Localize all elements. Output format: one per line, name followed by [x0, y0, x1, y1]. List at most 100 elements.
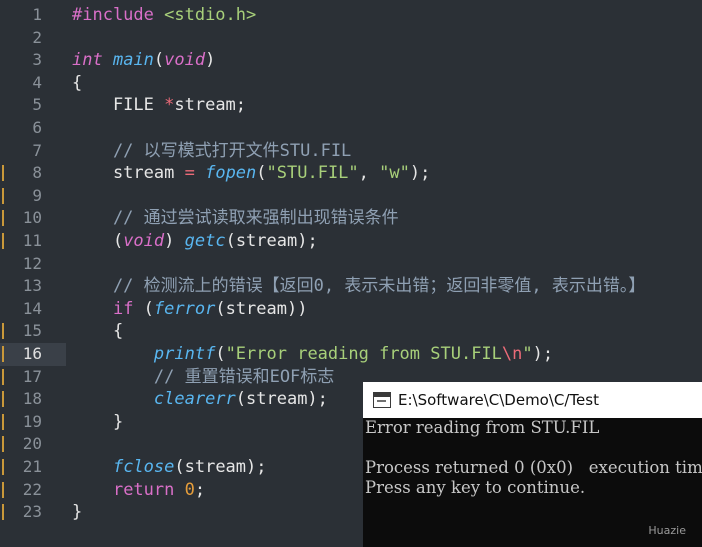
code-token: "STU.FIL" — [266, 163, 359, 184]
code-line[interactable]: 2 — [0, 27, 702, 50]
code-token: clearerr — [153, 389, 236, 410]
code-line[interactable]: 16 printf("Error reading from STU.FIL\n"… — [0, 343, 702, 366]
console-line: Error reading from STU.FIL — [365, 418, 600, 437]
code-text[interactable]: stream = fopen("STU.FIL", "w"); — [72, 162, 430, 185]
code-token: ; — [194, 479, 206, 500]
code-token: int — [72, 50, 103, 71]
code-token: getc — [184, 231, 226, 251]
line-number: 4 — [32, 72, 42, 92]
code-token: ( — [72, 231, 124, 251]
code-token: FILE — [72, 95, 165, 116]
code-line[interactable]: 5 FILE *stream; — [0, 94, 702, 117]
code-line[interactable]: 6 — [0, 117, 702, 140]
code-text[interactable]: return 0; — [72, 479, 205, 502]
code-line[interactable]: 1 #include <stdio.h> — [0, 4, 702, 27]
code-token: * — [164, 95, 175, 116]
line-number: 23 — [22, 502, 42, 522]
code-text[interactable]: fclose(stream); — [72, 456, 267, 479]
code-text[interactable]: (void) getc(stream); — [72, 230, 318, 253]
code-token: \n — [501, 344, 523, 364]
line-number: 10 — [22, 208, 42, 228]
code-text[interactable]: // 检测流上的错误【返回0, 表示未出错；返回非零值, 表示出错。】 — [72, 275, 645, 298]
code-token: (stream)) — [215, 298, 308, 319]
code-token: "w" — [379, 163, 410, 184]
code-token: } — [72, 411, 124, 432]
code-token: ferror — [153, 298, 216, 319]
code-token: #include — [72, 5, 165, 25]
code-token: printf — [153, 344, 216, 364]
code-line[interactable]: 7 // 以写模式打开文件STU.FIL — [0, 140, 702, 163]
code-line[interactable]: 10 // 通过尝试读取来强制出现错误条件 — [0, 207, 702, 230]
code-token: fclose — [112, 457, 175, 477]
code-text[interactable]: } — [72, 411, 123, 434]
code-line[interactable]: 9 — [0, 185, 702, 208]
code-token: { — [72, 321, 124, 342]
line-number: 19 — [22, 411, 42, 431]
line-number: 3 — [32, 50, 42, 70]
console-title-bar[interactable]: E:\Software\C\Demo\C/Test — [363, 382, 702, 418]
code-text[interactable]: int main(void) — [72, 49, 215, 72]
line-number: 2 — [32, 27, 42, 47]
code-text[interactable]: { — [72, 320, 123, 343]
code-token: // 检测流上的错误【返回0, 表示未出错；返回非零值, 表示出错。】 — [72, 276, 646, 297]
code-text[interactable]: if (ferror(stream)) — [72, 298, 308, 321]
line-number: 22 — [22, 479, 42, 499]
line-number: 15 — [22, 321, 42, 341]
code-token: , — [358, 163, 380, 184]
code-line[interactable]: 4{ — [0, 72, 702, 95]
code-text[interactable]: // 重置错误和EOF标志 — [72, 366, 334, 389]
code-token: stream — [72, 163, 185, 184]
code-line[interactable]: 11 (void) getc(stream); — [0, 230, 702, 253]
console-title: E:\Software\C\Demo\C/Test — [398, 391, 599, 409]
code-text[interactable]: printf("Error reading from STU.FIL\n"); — [72, 343, 553, 366]
code-text[interactable]: clearerr(stream); — [72, 388, 328, 411]
line-number: 21 — [22, 457, 42, 476]
code-text[interactable]: // 通过尝试读取来强制出现错误条件 — [72, 207, 399, 230]
code-text[interactable]: #include <stdio.h> — [72, 4, 256, 27]
line-number: 12 — [22, 253, 42, 273]
code-token: stream; — [174, 95, 247, 116]
code-text[interactable]: // 以写模式打开文件STU.FIL — [72, 140, 351, 163]
code-token: ); — [532, 344, 554, 364]
line-number: 20 — [22, 434, 42, 454]
line-number: 7 — [32, 140, 42, 160]
code-token: ) — [205, 50, 216, 71]
code-text[interactable]: FILE *stream; — [72, 94, 246, 117]
code-token: void — [164, 50, 206, 71]
code-token: <stdio.h> — [164, 5, 257, 25]
line-number: 6 — [32, 118, 42, 137]
code-token: "Error reading from STU.FIL — [225, 344, 502, 364]
console-window[interactable]: E:\Software\C\Demo\C/Test Error reading … — [363, 382, 702, 547]
code-token: void — [123, 231, 165, 251]
code-line[interactable]: 8 stream = fopen("STU.FIL", "w"); — [0, 162, 702, 185]
line-number: 1 — [32, 5, 42, 24]
code-token: " — [522, 344, 533, 364]
code-token: (stream); — [235, 389, 328, 410]
code-line[interactable]: 14 if (ferror(stream)) — [0, 298, 702, 321]
code-token: 0 — [184, 479, 195, 500]
code-token: main — [112, 50, 154, 71]
line-number: 14 — [22, 298, 42, 318]
line-number: 11 — [22, 231, 42, 250]
watermark: Huazie — [648, 524, 686, 537]
code-token: { — [72, 72, 83, 93]
code-token: if — [112, 298, 134, 319]
code-line[interactable]: 13 // 检测流上的错误【返回0, 表示未出错；返回非零值, 表示出错。】 — [0, 275, 702, 298]
code-token: // 以写模式打开文件STU.FIL — [72, 140, 352, 161]
code-line[interactable]: 15 { — [0, 320, 702, 343]
code-text[interactable]: { — [72, 72, 82, 95]
code-text[interactable]: } — [72, 501, 82, 524]
line-number: 9 — [32, 185, 42, 205]
code-token: // 通过尝试读取来强制出现错误条件 — [72, 208, 399, 229]
code-token: // 重置错误和EOF标志 — [72, 366, 335, 387]
code-token: return — [112, 479, 175, 500]
code-line[interactable]: 3 int main(void) — [0, 49, 702, 72]
line-number: 18 — [22, 389, 42, 409]
code-line[interactable]: 12 — [0, 253, 702, 276]
code-token: (stream); — [225, 231, 318, 251]
